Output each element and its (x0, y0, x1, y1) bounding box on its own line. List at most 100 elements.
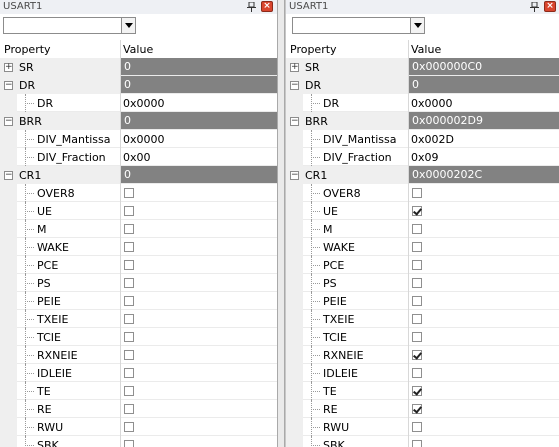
collapse-icon[interactable]: − (4, 81, 13, 90)
chevron-down-icon[interactable] (121, 18, 135, 33)
property-row[interactable]: UE (0, 202, 277, 220)
bit-checkbox[interactable] (412, 386, 422, 396)
bit-checkbox[interactable] (124, 404, 134, 414)
collapse-icon[interactable]: − (4, 171, 13, 180)
property-row[interactable]: DR 0x0000 (286, 94, 559, 112)
property-row[interactable]: − BRR 0x000002D9 (286, 112, 559, 130)
pin-icon[interactable] (247, 1, 256, 12)
bit-checkbox[interactable] (124, 422, 134, 432)
property-row[interactable]: PCE (0, 256, 277, 274)
panel-splitter[interactable] (277, 0, 285, 447)
property-row[interactable]: − CR1 0 (0, 166, 277, 184)
column-header-value[interactable]: Value (411, 43, 441, 56)
property-row[interactable]: DIV_Fraction 0x00 (0, 148, 277, 166)
bit-checkbox[interactable] (124, 368, 134, 378)
property-row[interactable]: TCIE (0, 328, 277, 346)
column-separator[interactable] (120, 40, 121, 58)
property-row[interactable]: TCIE (286, 328, 559, 346)
bit-checkbox[interactable] (412, 260, 422, 270)
bit-checkbox[interactable] (124, 350, 134, 360)
register-value-cell[interactable]: 0 (121, 112, 277, 129)
register-value-cell[interactable]: 0 (121, 76, 277, 93)
bit-checkbox[interactable] (412, 206, 422, 216)
property-row[interactable]: IDLEIE (286, 364, 559, 382)
register-value-cell[interactable]: 0 (121, 58, 277, 75)
property-row[interactable]: PCE (286, 256, 559, 274)
bit-checkbox[interactable] (412, 278, 422, 288)
property-row[interactable]: SBK (0, 436, 277, 447)
bit-checkbox[interactable] (412, 368, 422, 378)
column-separator[interactable] (408, 40, 409, 58)
peripheral-select[interactable] (3, 17, 136, 34)
property-row[interactable]: UE (286, 202, 559, 220)
property-row[interactable]: RXNEIE (0, 346, 277, 364)
register-value-cell[interactable]: 0x0000202C (409, 166, 559, 183)
bit-checkbox[interactable] (412, 242, 422, 252)
bit-checkbox[interactable] (124, 278, 134, 288)
bit-checkbox[interactable] (124, 440, 134, 447)
property-row[interactable]: DR 0x0000 (0, 94, 277, 112)
property-row[interactable]: IDLEIE (0, 364, 277, 382)
property-row[interactable]: − DR 0 (0, 76, 277, 94)
field-value[interactable]: 0x09 (411, 151, 439, 164)
property-row[interactable]: PEIE (0, 292, 277, 310)
register-value-cell[interactable]: 0 (409, 76, 559, 93)
property-row[interactable]: WAKE (286, 238, 559, 256)
close-icon[interactable]: × (544, 1, 556, 12)
property-row[interactable]: TXEIE (0, 310, 277, 328)
bit-checkbox[interactable] (412, 332, 422, 342)
bit-checkbox[interactable] (124, 314, 134, 324)
property-row[interactable]: RWU (286, 418, 559, 436)
bit-checkbox[interactable] (124, 386, 134, 396)
property-row[interactable]: − DR 0 (286, 76, 559, 94)
property-row[interactable]: + SR 0 (0, 58, 277, 76)
property-row[interactable]: − CR1 0x0000202C (286, 166, 559, 184)
bit-checkbox[interactable] (124, 188, 134, 198)
bit-checkbox[interactable] (412, 224, 422, 234)
property-row[interactable]: RE (286, 400, 559, 418)
property-row[interactable]: WAKE (0, 238, 277, 256)
bit-checkbox[interactable] (412, 314, 422, 324)
property-row[interactable]: OVER8 (286, 184, 559, 202)
property-row[interactable]: PEIE (286, 292, 559, 310)
column-header-value[interactable]: Value (123, 43, 153, 56)
expand-icon[interactable]: + (4, 63, 13, 72)
collapse-icon[interactable]: − (290, 117, 299, 126)
collapse-icon[interactable]: − (4, 117, 13, 126)
bit-checkbox[interactable] (124, 260, 134, 270)
property-row[interactable]: − BRR 0 (0, 112, 277, 130)
register-value-cell[interactable]: 0x000002D9 (409, 112, 559, 129)
close-icon[interactable]: × (261, 1, 273, 12)
property-row[interactable]: TE (286, 382, 559, 400)
column-header-property[interactable]: Property (290, 43, 337, 56)
field-value[interactable]: 0x00 (123, 151, 151, 164)
expand-icon[interactable]: + (290, 63, 299, 72)
property-row[interactable]: TXEIE (286, 310, 559, 328)
property-row[interactable]: RXNEIE (286, 346, 559, 364)
property-row[interactable]: DIV_Mantissa 0x0000 (0, 130, 277, 148)
bit-checkbox[interactable] (124, 206, 134, 216)
property-row[interactable]: DIV_Fraction 0x09 (286, 148, 559, 166)
collapse-icon[interactable]: − (290, 171, 299, 180)
field-value[interactable]: 0x0000 (411, 97, 453, 110)
column-header-property[interactable]: Property (4, 43, 51, 56)
property-row[interactable]: RWU (0, 418, 277, 436)
property-row[interactable]: PS (0, 274, 277, 292)
field-value[interactable]: 0x0000 (123, 133, 165, 146)
property-row[interactable]: DIV_Mantissa 0x002D (286, 130, 559, 148)
bit-checkbox[interactable] (412, 296, 422, 306)
peripheral-select[interactable] (292, 17, 425, 34)
property-row[interactable]: TE (0, 382, 277, 400)
property-row[interactable]: SBK (286, 436, 559, 447)
register-value-cell[interactable]: 0x000000C0 (409, 58, 559, 75)
property-row[interactable]: + SR 0x000000C0 (286, 58, 559, 76)
bit-checkbox[interactable] (412, 350, 422, 360)
collapse-icon[interactable]: − (290, 81, 299, 90)
field-value[interactable]: 0x0000 (123, 97, 165, 110)
property-row[interactable]: M (286, 220, 559, 238)
register-value-cell[interactable]: 0 (121, 166, 277, 183)
chevron-down-icon[interactable] (410, 18, 424, 33)
bit-checkbox[interactable] (412, 440, 422, 447)
property-row[interactable]: OVER8 (0, 184, 277, 202)
bit-checkbox[interactable] (412, 404, 422, 414)
